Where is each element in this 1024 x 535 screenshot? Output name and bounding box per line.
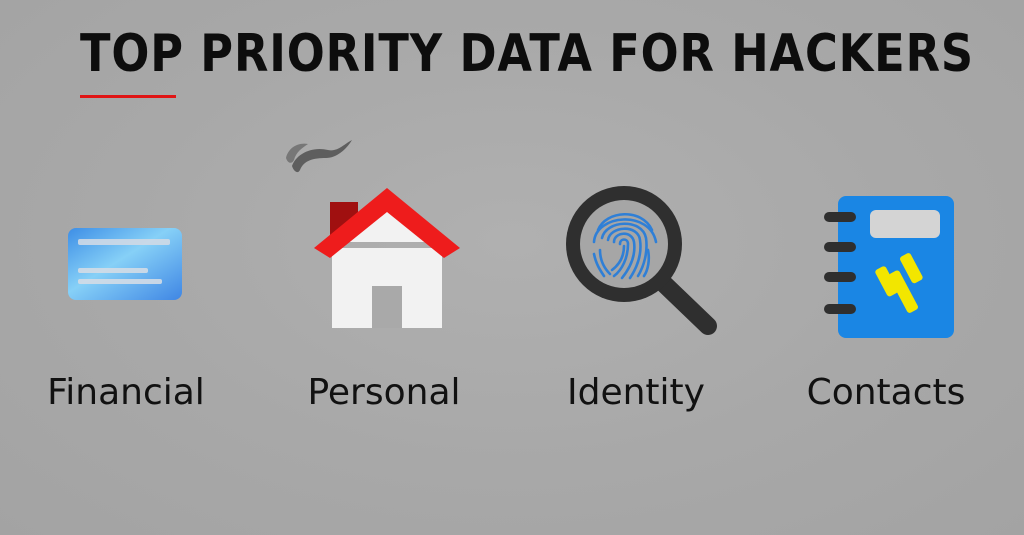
title-underline-accent bbox=[80, 95, 176, 98]
label-contacts: Contacts bbox=[806, 372, 966, 413]
fingerprint-magnifier-icon bbox=[560, 180, 720, 340]
house-icon bbox=[282, 136, 464, 328]
page-title: TOP PRIORITY DATA FOR HACKERS bbox=[80, 24, 974, 84]
infographic: TOP PRIORITY DATA FOR HACKERS Financial … bbox=[0, 0, 1024, 535]
label-identity: Identity bbox=[567, 372, 705, 413]
address-book-icon bbox=[822, 194, 956, 340]
label-financial: Financial bbox=[47, 372, 205, 413]
label-personal: Personal bbox=[307, 372, 461, 413]
credit-card-icon bbox=[66, 226, 184, 302]
